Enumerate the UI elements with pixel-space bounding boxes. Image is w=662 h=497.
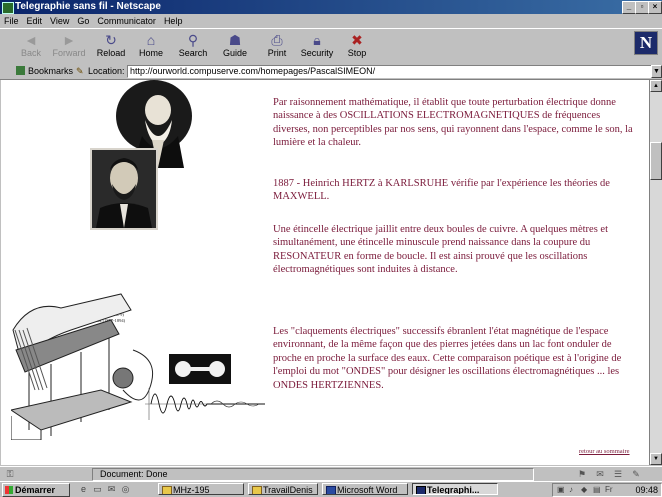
taskbar-button-word[interactable]: Microsoft Word (322, 483, 408, 495)
start-label: Démarrer (15, 485, 56, 495)
hertz-portrait-image (90, 148, 158, 230)
windows-flag-icon (5, 486, 13, 494)
paragraph-etincelle: Une étincelle électrique jaillit entre d… (273, 224, 609, 276)
hertz-apparatus-image (11, 293, 153, 440)
quick-launch-ie-icon[interactable]: e (78, 484, 89, 495)
guide-icon: ☗ (228, 32, 242, 48)
taskbar-button-label: MHz-195 (173, 485, 210, 495)
location-icon: ✎ (76, 66, 84, 76)
component-bar-mail-icon[interactable]: ✉ (594, 469, 606, 479)
guide-label: Guide (222, 48, 248, 58)
netscape-app-icon (2, 2, 14, 14)
menu-go[interactable]: Go (73, 14, 93, 28)
menu-help[interactable]: Help (160, 14, 187, 28)
home-label: Home (138, 48, 163, 58)
taskbar-button-label: TravailDenis (263, 485, 313, 495)
system-tray: ▣ ♪ ◆ ▤ Fr 09:48 (552, 483, 662, 497)
bookmarks-button[interactable]: Bookmarks (28, 63, 73, 79)
maximize-button[interactable]: ▫ (635, 1, 649, 14)
tray-language-icon[interactable]: Fr (605, 486, 614, 494)
word-icon (326, 486, 336, 494)
security-lock-icon: ⚿ (6, 469, 14, 479)
forward-arrow-icon: ► (62, 32, 76, 48)
print-icon: ⎙ (271, 32, 283, 48)
component-bar-discussions-icon[interactable]: ☰ (612, 469, 624, 479)
security-label: Security (300, 48, 334, 58)
component-bar-composer-icon[interactable]: ✎ (630, 469, 642, 479)
guide-button[interactable]: ☗ Guide (216, 31, 254, 61)
scroll-up-button[interactable]: ▲ (650, 80, 662, 92)
return-to-summary-link[interactable]: retour au sommaire (579, 448, 630, 455)
title-bar[interactable]: Telegraphie sans fil - Netscape _ ▫ × (0, 0, 662, 14)
print-button[interactable]: ⎙ Print (258, 31, 296, 61)
reload-label: Reload (96, 48, 126, 58)
quick-launch-outlook-icon[interactable]: ✉ (106, 484, 117, 495)
start-button[interactable]: Démarrer (2, 483, 70, 497)
page-content: James Clerk Maxwell (1831-1879) Heinrich… (1, 80, 649, 465)
menu-communicator[interactable]: Communicator (93, 14, 160, 28)
menu-view[interactable]: View (46, 14, 73, 28)
waveform-image (145, 388, 265, 420)
tray-display-icon[interactable]: ▤ (593, 486, 602, 494)
tray-antivirus-icon[interactable]: ◆ (581, 486, 590, 494)
url-dropdown-button[interactable]: ▼ (651, 65, 662, 78)
stop-label: Stop (347, 48, 367, 58)
print-label: Print (267, 48, 287, 58)
quick-launch-desktop-icon[interactable]: ▭ (92, 484, 103, 495)
url-field[interactable]: http://ourworld.compuserve.com/homepages… (127, 65, 653, 78)
tray-network-icon[interactable]: ▣ (557, 486, 566, 494)
home-icon: ⌂ (146, 32, 156, 48)
paragraph-oscillations: Par raisonnement mathématique, il établi… (273, 97, 633, 149)
stop-icon: ✖ (351, 32, 363, 48)
security-button[interactable]: 🔒︎ Security (298, 31, 336, 61)
back-label: Back (20, 48, 41, 58)
taskbar-button-telegraphie[interactable]: Telegraphi... (412, 483, 498, 495)
paragraph-hertz-1887: 1887 - Heinrich HERTZ à KARLSRUHE vérifi… (273, 178, 610, 203)
netscape-icon (416, 486, 426, 494)
quick-launch-channels-icon[interactable]: ◎ (120, 484, 131, 495)
minimize-button[interactable]: _ (622, 1, 636, 14)
scroll-thumb[interactable] (650, 142, 662, 180)
security-icon: 🔒︎ (313, 32, 321, 48)
search-label: Search (178, 48, 208, 58)
taskbar-button-label: Telegraphi... (427, 485, 480, 495)
bookmarks-icon (16, 66, 25, 75)
taskbar-button-mhz[interactable]: MHz-195 (158, 483, 244, 495)
location-label: Location: (88, 66, 125, 76)
browser-window: Telegraphie sans fil - Netscape _ ▫ × Fi… (0, 0, 662, 497)
menu-edit[interactable]: Edit (23, 14, 47, 28)
folder-icon (162, 486, 172, 494)
location-bar: Bookmarks ✎ Location: http://ourworld.co… (0, 63, 662, 80)
taskbar-button-travaildenis[interactable]: TravailDenis (248, 483, 318, 495)
home-button[interactable]: ⌂ Home (132, 31, 170, 61)
reload-button[interactable]: ↻ Reload (92, 31, 130, 61)
status-bar: ⚿ Document: Done ⚑ ✉ ☰ ✎ (0, 466, 662, 481)
navigation-toolbar: ◄ Back ► Forward ↻ Reload ⌂ Home ⚲ Searc… (0, 28, 662, 64)
netscape-logo[interactable]: N (634, 31, 658, 55)
paragraph-ondes: Les "claquements électriques" successifs… (273, 326, 622, 391)
scroll-down-button[interactable]: ▼ (650, 453, 662, 465)
close-button[interactable]: × (648, 1, 662, 14)
tray-volume-icon[interactable]: ♪ (569, 486, 578, 494)
clock[interactable]: 09:48 (635, 484, 658, 497)
back-button[interactable]: ◄ Back (12, 31, 50, 61)
reload-icon: ↻ (105, 32, 117, 48)
taskbar-button-label: Microsoft Word (337, 485, 398, 495)
status-text: Document: Done (100, 469, 168, 479)
spark-gap-image (169, 354, 231, 384)
vertical-scrollbar[interactable]: ▲ ▼ (649, 80, 662, 465)
forward-button[interactable]: ► Forward (50, 31, 88, 61)
taskbar: Démarrer e ▭ ✉ ◎ MHz-195 TravailDenis Mi… (0, 481, 662, 497)
search-icon: ⚲ (187, 32, 199, 48)
stop-button[interactable]: ✖ Stop (338, 31, 376, 61)
forward-label: Forward (52, 48, 86, 58)
window-title: Telegraphie sans fil - Netscape (15, 1, 161, 12)
search-button[interactable]: ⚲ Search (174, 31, 212, 61)
folder-icon (252, 486, 262, 494)
component-bar-navigator-icon[interactable]: ⚑ (576, 469, 588, 479)
menu-file[interactable]: File (0, 14, 23, 28)
menu-bar: File Edit View Go Communicator Help (0, 14, 662, 28)
back-arrow-icon: ◄ (24, 32, 38, 48)
